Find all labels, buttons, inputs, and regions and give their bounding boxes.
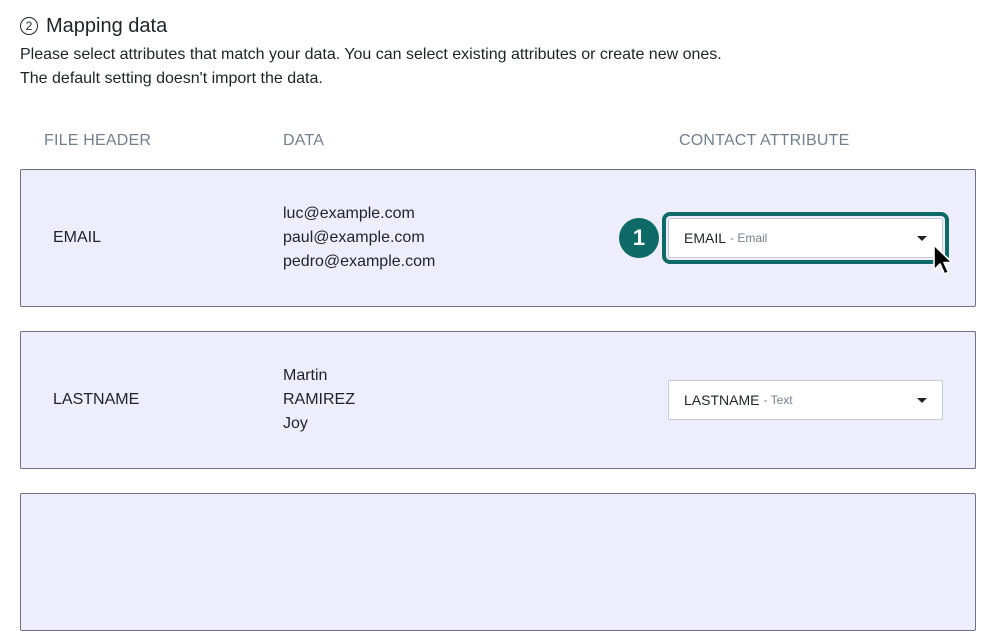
mapping-row-lastname: LASTNAME Martin RAMIREZ Joy LASTNAME - T… [20, 331, 976, 469]
description-line-1: Please select attributes that match your… [20, 46, 722, 63]
data-sample: pedro@example.com [283, 253, 436, 270]
column-header-data: DATA [283, 132, 325, 149]
section-title: Mapping data [46, 14, 168, 37]
callout-badge: 1 [619, 218, 659, 258]
file-header-cell: LASTNAME [53, 391, 140, 408]
data-sample: Joy [283, 415, 308, 432]
step-number-icon: 2 [20, 17, 38, 35]
data-preview-cell: Martin RAMIREZ Joy [283, 364, 355, 436]
column-header-file-header: FILE HEADER [44, 132, 152, 149]
mapping-row-email: EMAIL luc@example.com paul@example.com p… [20, 169, 976, 307]
data-sample: RAMIREZ [283, 391, 355, 408]
column-header-contact-attribute: CONTACT ATTRIBUTE [679, 132, 850, 149]
section-description: Please select attributes that match your… [20, 43, 722, 91]
contact-attribute-select-email[interactable]: EMAIL - Email [662, 212, 949, 264]
data-sample: paul@example.com [283, 229, 425, 246]
caret-down-icon [917, 236, 927, 241]
data-sample: Martin [283, 367, 328, 384]
mouse-pointer-icon [933, 244, 953, 275]
attribute-name: EMAIL [684, 230, 727, 246]
data-preview-cell: luc@example.com paul@example.com pedro@e… [283, 202, 435, 274]
attribute-name: LASTNAME [684, 392, 760, 408]
data-sample: luc@example.com [283, 205, 415, 222]
attribute-type: - Email [730, 231, 768, 245]
mapping-row-partial [20, 493, 976, 631]
caret-down-icon [917, 398, 927, 403]
contact-attribute-select-lastname[interactable]: LASTNAME - Text [668, 380, 943, 420]
file-header-cell: EMAIL [53, 229, 102, 246]
attribute-type: - Text [763, 393, 793, 407]
section-heading: 2 Mapping data [20, 12, 167, 40]
description-line-2: The default setting doesn't import the d… [20, 70, 323, 87]
